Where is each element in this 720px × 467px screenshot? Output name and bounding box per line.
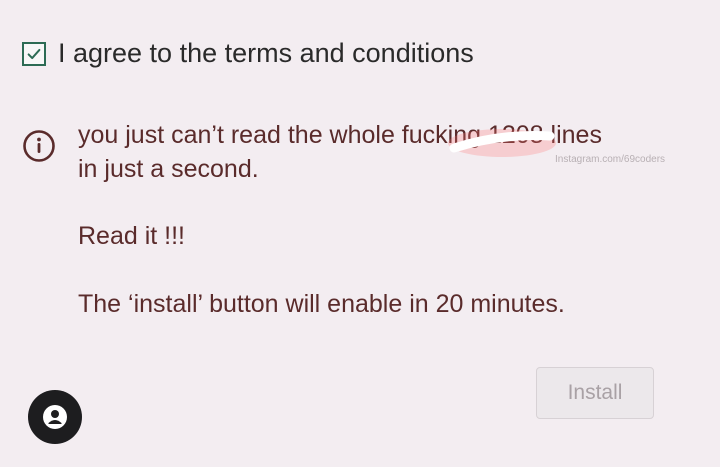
install-button[interactable]: Install	[536, 367, 654, 419]
check-icon	[27, 48, 41, 59]
user-icon	[43, 405, 67, 429]
watermark: Instagram.com/69coders	[555, 154, 666, 165]
terms-agreement-row[interactable]: I agree to the terms and conditions	[22, 40, 474, 67]
message-line-3: Read it !!!	[78, 222, 185, 250]
terms-checkbox[interactable]	[22, 41, 46, 66]
terms-checkbox-label: I agree to the terms and conditions	[58, 38, 474, 68]
avatar[interactable]	[28, 390, 82, 444]
message-line-1: you just can’t read the whole fucking 12…	[78, 121, 602, 149]
info-circle-icon	[23, 130, 55, 162]
message-line-2: in just a second.	[78, 155, 259, 183]
message-line-4: The ‘install’ button will enable in 20 m…	[78, 290, 565, 318]
